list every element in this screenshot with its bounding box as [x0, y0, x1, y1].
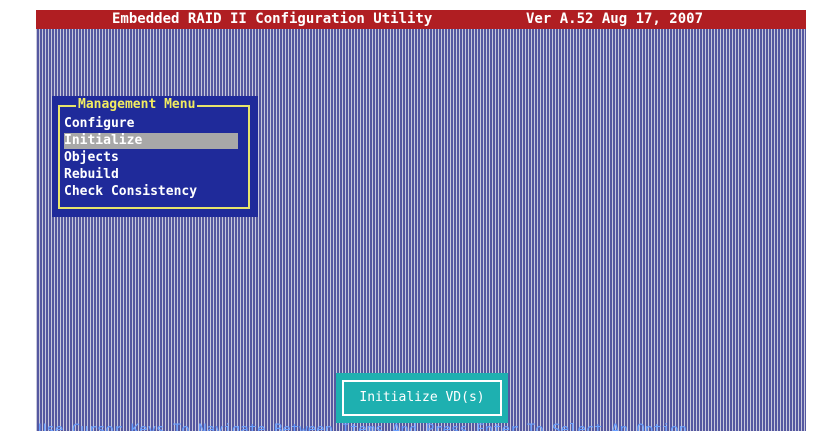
management-menu: Management Menu Configure Initialize Obj… — [52, 96, 258, 217]
menu-item-initialize[interactable]: Initialize — [64, 133, 238, 149]
menu-item-rebuild[interactable]: Rebuild — [64, 167, 238, 183]
help-bar: Use Cursor Keys To Navigate Between Item… — [38, 422, 688, 431]
status-label: Initialize VD(s) — [342, 380, 502, 416]
bios-screen: Embedded RAID II Configuration Utility V… — [36, 10, 806, 431]
menu-item-configure[interactable]: Configure — [64, 116, 238, 132]
menu-title: Management Menu — [76, 97, 198, 113]
menu-item-objects[interactable]: Objects — [64, 150, 238, 166]
title-bar: Embedded RAID II Configuration Utility V… — [36, 10, 806, 29]
menu-item-check-consistency[interactable]: Check Consistency — [64, 184, 238, 200]
app-title: Embedded RAID II Configuration Utility — [112, 11, 433, 27]
status-box: Initialize VD(s) — [336, 373, 508, 423]
version-label: Ver A.52 Aug 17, 2007 — [526, 11, 704, 27]
